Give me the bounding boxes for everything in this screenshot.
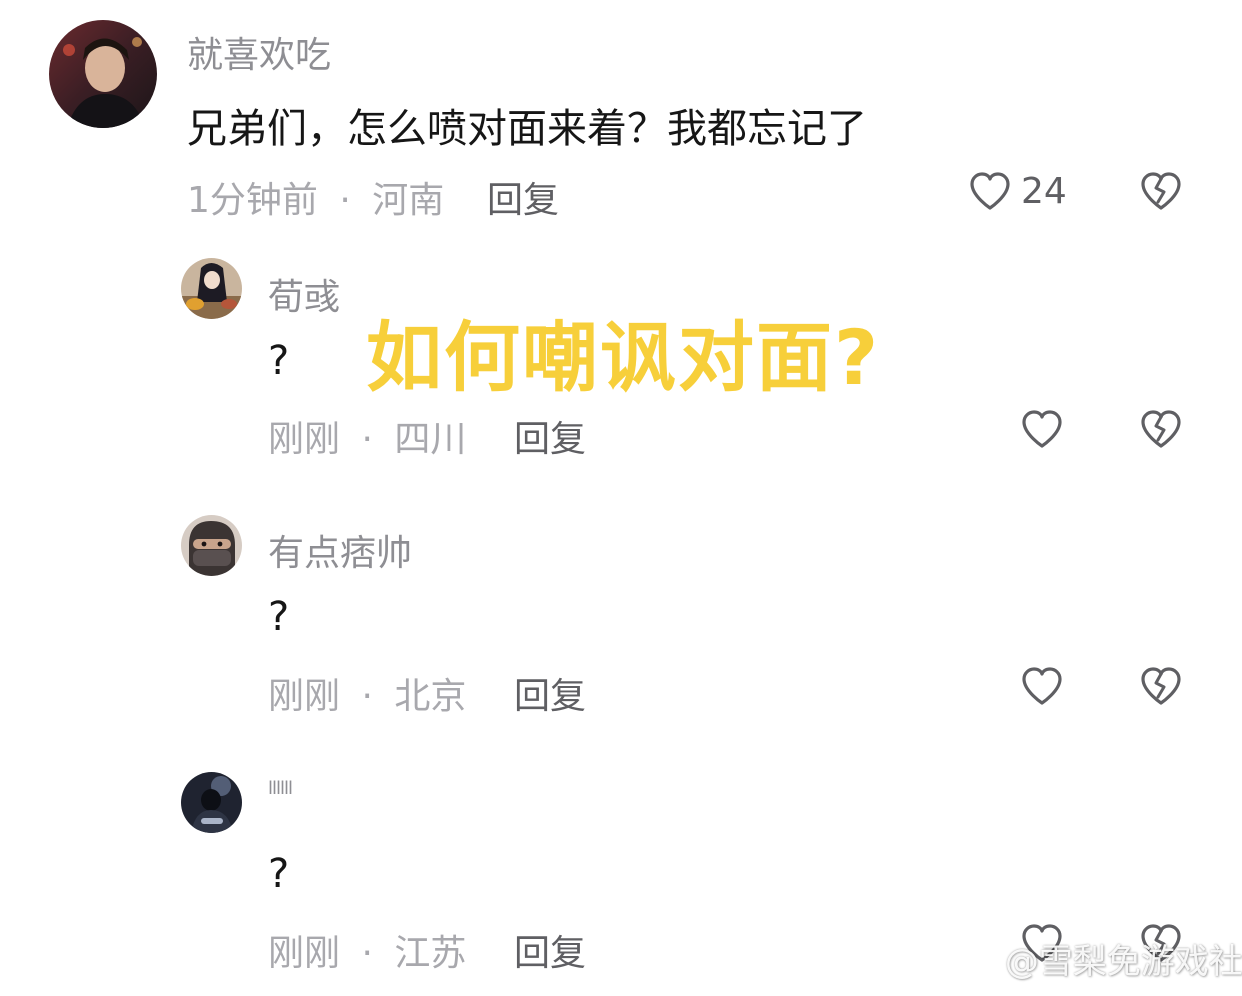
- meta-separator: ·: [339, 180, 351, 221]
- reply-button[interactable]: 回复: [514, 924, 586, 976]
- heart-outline-icon: [1022, 667, 1062, 705]
- broken-heart-icon: [1141, 410, 1181, 448]
- broken-heart-icon: [1141, 172, 1181, 210]
- like-button[interactable]: [968, 170, 1012, 212]
- comment-location: 江苏: [394, 933, 467, 974]
- watermark-text: @雪梨免游戏社: [1004, 942, 1242, 982]
- meta-separator: ·: [361, 419, 373, 460]
- like-button[interactable]: [1020, 665, 1064, 707]
- comment-text: 兄弟们，怎么喷对面来着？我都忘记了: [187, 106, 867, 152]
- username[interactable]: llllll: [268, 778, 293, 799]
- broken-heart-icon: [1141, 667, 1181, 705]
- comment-text: ?: [268, 594, 290, 640]
- heart-outline-icon: [970, 172, 1010, 210]
- comment-time: 刚刚: [268, 676, 341, 717]
- like-count: 24: [1021, 171, 1067, 212]
- comment-time: 1分钟前: [187, 180, 318, 221]
- comment-location: 河南: [372, 180, 445, 221]
- avatar[interactable]: [181, 258, 242, 319]
- reply-button[interactable]: 回复: [487, 171, 559, 223]
- meta-separator: ·: [361, 676, 373, 717]
- dislike-button[interactable]: [1139, 170, 1183, 212]
- avatar[interactable]: [181, 772, 242, 833]
- overlay-caption: 如何嘲讽对面?: [366, 313, 881, 402]
- reply-button[interactable]: 回复: [514, 410, 586, 462]
- comment-meta: 1分钟前 · 河南: [187, 171, 444, 223]
- username[interactable]: 荀彧: [268, 268, 340, 320]
- comment-location: 北京: [394, 676, 467, 717]
- username[interactable]: 就喜欢吃: [187, 26, 331, 78]
- dislike-button[interactable]: [1139, 408, 1183, 450]
- comment-text: ?: [268, 851, 290, 897]
- comment-meta: 刚刚 · 北京: [268, 667, 466, 719]
- avatar[interactable]: [49, 20, 157, 128]
- comment-meta: 刚刚 · 四川: [268, 410, 466, 462]
- avatar[interactable]: [181, 515, 242, 576]
- comment-location: 四川: [394, 419, 467, 460]
- username[interactable]: 有点痞帅: [268, 524, 412, 576]
- watermark: @雪梨免游戏社: [960, 934, 1242, 984]
- comment-meta: 刚刚 · 江苏: [268, 924, 466, 976]
- heart-outline-icon: [1022, 410, 1062, 448]
- meta-separator: ·: [361, 933, 373, 974]
- dislike-button[interactable]: [1139, 665, 1183, 707]
- like-button[interactable]: [1020, 408, 1064, 450]
- paw-logo-icon: [960, 944, 990, 984]
- comment-text: ?: [268, 338, 290, 384]
- reply-button[interactable]: 回复: [514, 667, 586, 719]
- comment-time: 刚刚: [268, 933, 341, 974]
- comment-time: 刚刚: [268, 419, 341, 460]
